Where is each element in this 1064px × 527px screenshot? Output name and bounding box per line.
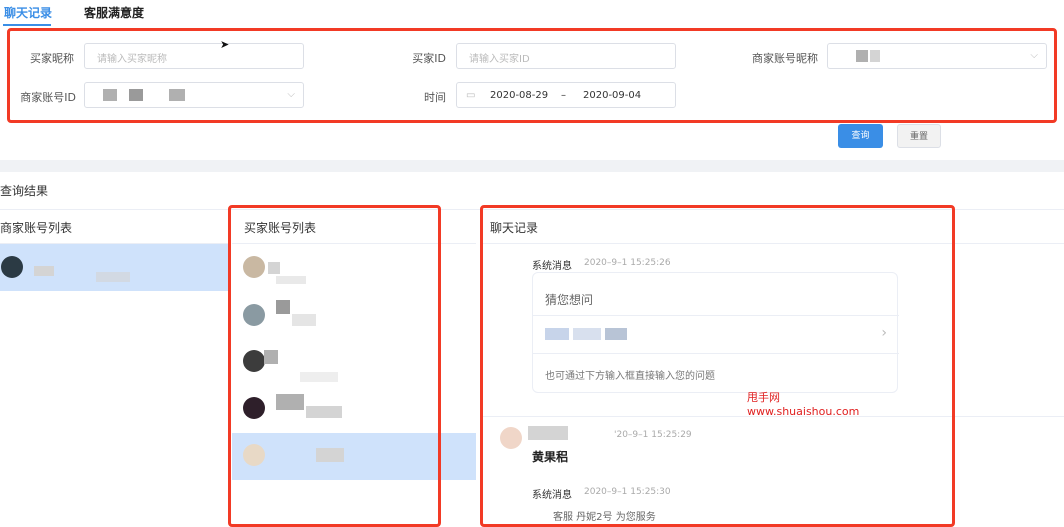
- section-divider: [0, 160, 1064, 172]
- highlight-box-chat-records: [480, 205, 955, 527]
- active-tab-indicator: [3, 24, 51, 26]
- tab-satisfaction[interactable]: 客服满意度: [84, 4, 144, 21]
- avatar: [1, 256, 23, 278]
- tab-chat-records[interactable]: 聊天记录: [4, 4, 52, 21]
- watermark-line1: 甩手网: [747, 391, 780, 404]
- tab-bar: 聊天记录 客服满意度: [0, 0, 1064, 28]
- redacted-value: [96, 272, 130, 282]
- highlight-box-buyer-list: [228, 205, 441, 527]
- watermark-line2: www.shuaishou.com: [747, 405, 860, 418]
- highlight-box-filters: [7, 28, 1057, 123]
- results-title: 查询结果: [0, 184, 49, 198]
- redacted-value: [34, 266, 54, 276]
- reset-button[interactable]: 重置: [897, 124, 941, 148]
- query-button[interactable]: 查询: [838, 124, 883, 148]
- merchant-list-title: 商家账号列表: [0, 221, 73, 235]
